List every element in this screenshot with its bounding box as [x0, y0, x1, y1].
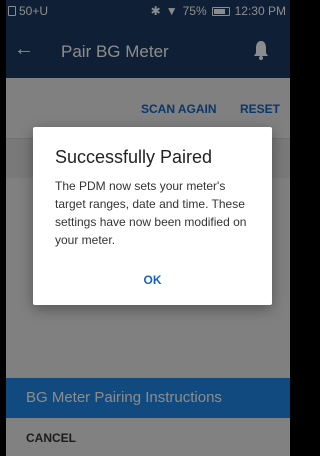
- dialog-title: Successfully Paired: [55, 147, 213, 167]
- success-dialog: Successfully Paired The PDM now sets you…: [33, 127, 272, 305]
- ok-button[interactable]: OK: [33, 273, 272, 287]
- dialog-message: The PDM now sets your meter's target ran…: [55, 179, 247, 247]
- phone-screen: 50+U ✱ ▼ 75% 12:30 PM ← Pair BG Meter SC…: [6, 0, 290, 456]
